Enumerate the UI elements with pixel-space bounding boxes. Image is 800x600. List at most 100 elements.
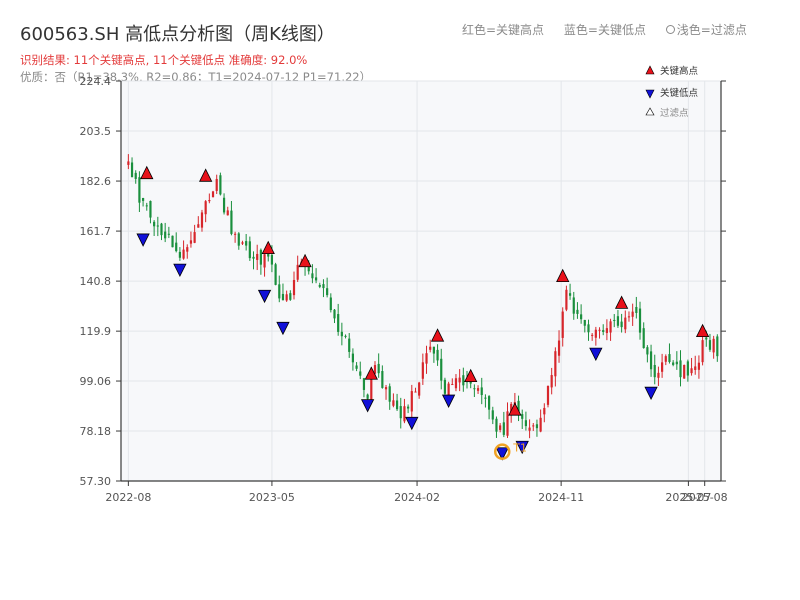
candle-body-up — [565, 289, 568, 310]
candle-body-down — [259, 249, 262, 265]
candle-body-up — [234, 233, 237, 235]
candle-body-up — [557, 340, 561, 356]
candle-body-down — [348, 338, 351, 352]
candle-body-down — [521, 414, 524, 419]
x-tick-label: 2022-08 — [105, 491, 151, 504]
candle-body-up — [546, 386, 550, 405]
candle-body-down — [502, 422, 505, 435]
candle-body-up — [226, 210, 229, 216]
x-tick-label: 2024-11 — [538, 491, 584, 504]
y-tick-label: 203.5 — [80, 125, 112, 138]
candle-body-down — [524, 420, 528, 427]
candle-body-up — [532, 425, 535, 427]
candle-body-down — [237, 233, 240, 246]
candle-body-up — [186, 247, 189, 252]
candle-body-up — [403, 406, 406, 422]
candle-body-down — [708, 340, 712, 350]
candle-body-up — [609, 321, 612, 333]
candle-body-up — [241, 242, 244, 244]
candle-body-down — [130, 162, 134, 178]
candle-body-down — [355, 365, 358, 369]
candle-body-up — [429, 346, 432, 350]
x-tick-label: 2025-08 — [682, 491, 728, 504]
candle-body-up — [414, 391, 417, 393]
candle-body-down — [473, 388, 476, 390]
candle-body-up — [215, 178, 218, 191]
candle-body-down — [572, 297, 575, 314]
candle-body-down — [440, 358, 443, 381]
candle-body-down — [329, 297, 332, 311]
candle-body-up — [506, 411, 509, 436]
candle-body-down — [602, 330, 605, 332]
candle-body-down — [668, 354, 671, 362]
candle-body-down — [149, 200, 152, 218]
candle-body-up — [561, 311, 564, 338]
candle-body-down — [178, 251, 181, 258]
candle-body-down — [388, 386, 391, 402]
candle-body-down — [145, 205, 148, 207]
candle-body-down — [576, 309, 579, 314]
y-tick-label: 99.06 — [80, 375, 112, 388]
candle-body-up — [285, 294, 288, 301]
candle-body-up — [127, 161, 130, 165]
candle-body-down — [436, 349, 439, 361]
candle-body-down — [248, 241, 251, 259]
candle-body-up — [197, 224, 200, 228]
candle-body-up — [410, 391, 413, 412]
candle-body-down — [705, 337, 708, 340]
candle-body-down — [141, 198, 145, 201]
candle-body-down — [340, 331, 343, 337]
candle-body-down — [351, 353, 355, 363]
candle-body-up — [447, 383, 450, 396]
candle-body-down — [270, 254, 274, 265]
candle-body-down — [153, 221, 156, 227]
candle-body-down — [487, 396, 491, 410]
candle-body-down — [359, 371, 362, 376]
candle-body-up — [627, 316, 631, 318]
candle-body-down — [675, 361, 678, 365]
candle-body-down — [318, 284, 321, 287]
candle-body-down — [613, 319, 616, 321]
y-tick-label: 161.7 — [80, 225, 112, 238]
candle-body-up — [539, 417, 542, 432]
candle-body-up — [292, 279, 296, 296]
candle-body-down — [366, 394, 369, 399]
candle-body-down — [281, 293, 285, 301]
candle-body-up — [421, 362, 424, 379]
candle-body-down — [462, 375, 465, 386]
candle-body-down — [333, 309, 336, 319]
candle-body-up — [528, 427, 531, 431]
candle-body-down — [484, 397, 487, 399]
legend-high-icon — [645, 65, 655, 75]
t1-label: T1 — [512, 442, 527, 455]
candle-body-down — [381, 371, 384, 388]
candle-body-up — [392, 400, 395, 406]
candle-body-up — [211, 191, 215, 198]
x-tick-label: 2023-05 — [249, 491, 295, 504]
candle-body-up — [499, 425, 502, 430]
candle-body-down — [686, 361, 689, 376]
candle-body-down — [278, 284, 281, 299]
y-tick-label: 57.30 — [80, 475, 112, 488]
candle-body-down — [167, 233, 170, 235]
candle-body-down — [138, 177, 141, 203]
candle-body-up — [200, 212, 204, 228]
candle-body-up — [543, 407, 546, 415]
candle-body-down — [672, 362, 675, 365]
legend-filtered-label: 过滤点 — [660, 107, 689, 119]
candle-body-up — [476, 388, 480, 391]
candle-body-down — [230, 210, 233, 234]
candle-body-down — [267, 253, 270, 257]
candle-body-up — [605, 328, 608, 334]
candle-body-down — [362, 378, 366, 390]
candle-body-down — [620, 321, 623, 328]
x-tick-label: 2024-02 — [394, 491, 440, 504]
candle-body-up — [256, 253, 259, 260]
candle-body-down — [679, 360, 682, 378]
candle-body-down — [646, 347, 649, 355]
candle-body-down — [164, 231, 167, 239]
candle-body-down — [535, 424, 539, 429]
candle-body-up — [263, 254, 266, 268]
candle-body-down — [322, 284, 325, 289]
candle-body-down — [377, 363, 380, 374]
